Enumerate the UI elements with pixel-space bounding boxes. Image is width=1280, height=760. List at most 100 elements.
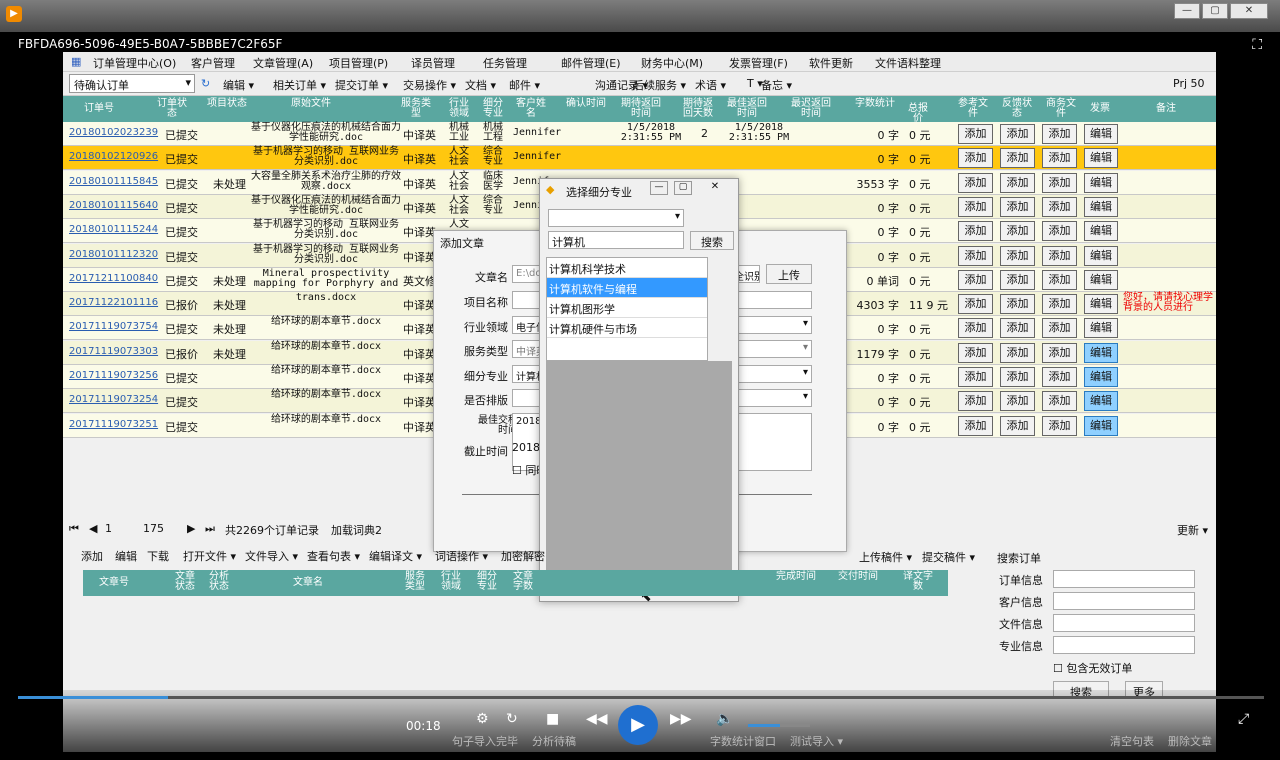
subfield-search-button[interactable]: 搜索 <box>690 231 734 250</box>
grid-header-cell[interactable]: 客户姓名 <box>513 99 549 119</box>
toolbar-item[interactable]: 编辑 ▾ <box>223 77 254 93</box>
feedback-add-button[interactable]: 添加 <box>1000 342 1035 363</box>
original-file[interactable]: 基于仪器化压痕法的机械结合面力学性能研究.doc <box>251 123 401 143</box>
grid-header-cell[interactable]: 订单状态 <box>157 99 187 119</box>
subfield-option[interactable]: 计算机科学技术 <box>547 258 707 278</box>
dialog-maximize-icon[interactable]: ▢ <box>674 181 692 195</box>
grid-header-cell[interactable]: 反馈状态 <box>999 99 1035 119</box>
subfield-option[interactable]: 计算机硬件与市场 <box>547 318 707 338</box>
original-file[interactable]: trans.docx <box>251 293 401 303</box>
menu-item[interactable]: 项目管理(P) <box>329 55 388 71</box>
reference-add-button[interactable]: 添加 <box>958 269 993 290</box>
original-file[interactable]: Mineral prospectivity mapping for Porphy… <box>251 268 401 289</box>
grid-header-cell[interactable]: 备注 <box>1123 104 1209 114</box>
order-id-link[interactable]: 20180102023239 <box>69 127 158 138</box>
rewind-icon[interactable]: ◀◀ <box>586 711 608 727</box>
business-add-button[interactable]: 添加 <box>1042 294 1077 315</box>
next-page-icon[interactable]: ▶ <box>187 522 195 535</box>
toolbar-item[interactable]: 后续服务 ▾ <box>633 77 686 93</box>
menu-item[interactable]: 发票管理(F) <box>729 55 788 71</box>
order-id-link[interactable]: 20180101115244 <box>69 224 158 235</box>
grid-header-cell[interactable]: 订单号 <box>69 104 129 114</box>
invoice-edit-button[interactable]: 编辑 <box>1084 415 1118 436</box>
fast-forward-icon[interactable]: ▶▶ <box>670 711 692 727</box>
business-add-button[interactable]: 添加 <box>1042 245 1077 266</box>
invoice-edit-button[interactable]: 编辑 <box>1084 367 1118 387</box>
load-dictionary[interactable]: 加载词典2 <box>331 522 382 538</box>
order-id-link[interactable]: 20180101112320 <box>69 249 158 260</box>
order-id-link[interactable]: 20171119073254 <box>69 394 158 405</box>
feedback-add-button[interactable]: 添加 <box>1000 367 1035 387</box>
stop-icon[interactable]: ■ <box>546 711 559 727</box>
reference-add-button[interactable]: 添加 <box>958 196 993 217</box>
article-grid-header-cell[interactable]: 文章字数 <box>511 572 535 592</box>
loop-icon[interactable]: ↻ <box>506 711 518 727</box>
article-toolbar-item[interactable]: 添加 <box>81 548 103 564</box>
reference-add-button[interactable]: 添加 <box>958 124 993 144</box>
grid-header-cell[interactable]: 期待返回时间 <box>619 99 663 119</box>
first-page-icon[interactable]: ⏮ <box>69 522 79 536</box>
category-dropdown[interactable] <box>548 209 684 227</box>
invoice-edit-button[interactable]: 编辑 <box>1084 245 1118 266</box>
refresh-icon[interactable]: ↻ <box>201 77 210 90</box>
reference-add-button[interactable]: 添加 <box>958 172 993 193</box>
business-add-button[interactable]: 添加 <box>1042 342 1077 363</box>
feedback-add-button[interactable]: 添加 <box>1000 391 1035 412</box>
invoice-edit-button[interactable]: 编辑 <box>1084 318 1118 339</box>
invoice-edit-button[interactable]: 编辑 <box>1084 172 1118 193</box>
toolbar-item[interactable]: 交易操作 ▾ <box>403 77 456 93</box>
reference-add-button[interactable]: 添加 <box>958 342 993 363</box>
minimize-icon[interactable]: — <box>1174 3 1200 19</box>
order-id-link[interactable]: 20180101115845 <box>69 176 158 187</box>
toolbar-item[interactable]: 提交订单 ▾ <box>335 77 388 93</box>
toolbar-item[interactable]: 相关订单 ▾ <box>273 77 326 93</box>
article-toolbar-item[interactable]: 查看句表 ▾ <box>307 548 360 564</box>
article-toolbar-item[interactable]: 下载 <box>147 548 169 564</box>
article-grid-header-cell[interactable]: 交付时间 <box>835 572 881 582</box>
original-file[interactable]: 给环球的剧本章节.docx <box>251 341 401 352</box>
business-add-button[interactable]: 添加 <box>1042 221 1077 242</box>
invoice-edit-button[interactable]: 编辑 <box>1084 196 1118 217</box>
last-page-icon[interactable]: ⏭ <box>205 522 215 536</box>
article-toolbar-item[interactable]: 打开文件 ▾ <box>183 548 236 564</box>
article-grid-header-cell[interactable]: 文章号 <box>89 578 139 588</box>
grid-header-cell[interactable]: 细分专业 <box>481 99 505 119</box>
grid-header-cell[interactable]: 行业领域 <box>447 99 471 119</box>
order-filter-select[interactable]: 待确认订单 <box>69 74 195 93</box>
grid-header-cell[interactable]: 总报价 <box>905 104 931 124</box>
feedback-add-button[interactable]: 添加 <box>1000 172 1035 193</box>
original-file[interactable]: 给环球的剧本章节.docx <box>251 366 401 376</box>
feedback-add-button[interactable]: 添加 <box>1000 318 1035 339</box>
grid-header-cell[interactable]: 原始文件 <box>251 99 371 109</box>
dialog-minimize-icon[interactable]: — <box>650 181 668 195</box>
feedback-add-button[interactable]: 添加 <box>1000 196 1035 217</box>
feedback-add-button[interactable]: 添加 <box>1000 124 1035 144</box>
article-grid-header-cell[interactable]: 分析状态 <box>207 572 231 592</box>
toolbar-item[interactable]: 术语 ▾ <box>695 77 726 93</box>
article-toolbar-item[interactable]: 词语操作 ▾ <box>435 548 488 564</box>
business-add-button[interactable]: 添加 <box>1042 172 1077 193</box>
invoice-edit-button[interactable]: 编辑 <box>1084 342 1118 363</box>
article-toolbar-item[interactable]: 加密解密 <box>501 548 545 564</box>
invoice-edit-button[interactable]: 编辑 <box>1084 269 1118 290</box>
reference-add-button[interactable]: 添加 <box>958 245 993 266</box>
invoice-edit-button[interactable]: 编辑 <box>1084 294 1118 315</box>
article-toolbar-item[interactable]: 编辑译文 ▾ <box>369 548 422 564</box>
toolbar-item[interactable]: 文档 ▾ <box>465 77 496 93</box>
feedback-add-button[interactable]: 添加 <box>1000 148 1035 169</box>
business-add-button[interactable]: 添加 <box>1042 415 1077 436</box>
search-field-input[interactable] <box>1053 592 1195 610</box>
settings-icon[interactable]: ⚙ <box>476 711 489 727</box>
search-field-input[interactable] <box>1053 614 1195 632</box>
grid-header-cell[interactable]: 字数统计 <box>853 99 897 109</box>
business-add-button[interactable]: 添加 <box>1042 269 1077 290</box>
order-id-link[interactable]: 20171119073754 <box>69 321 158 332</box>
menu-item[interactable]: 任务管理 <box>483 55 527 71</box>
reference-add-button[interactable]: 添加 <box>958 367 993 387</box>
business-add-button[interactable]: 添加 <box>1042 318 1077 339</box>
reference-add-button[interactable]: 添加 <box>958 391 993 412</box>
grid-header-cell[interactable]: 确认时间 <box>561 99 611 109</box>
grid-header-cell[interactable]: 商务文件 <box>1043 99 1079 119</box>
menu-item[interactable]: 客户管理 <box>191 55 235 71</box>
order-id-link[interactable]: 20171119073303 <box>69 346 158 357</box>
